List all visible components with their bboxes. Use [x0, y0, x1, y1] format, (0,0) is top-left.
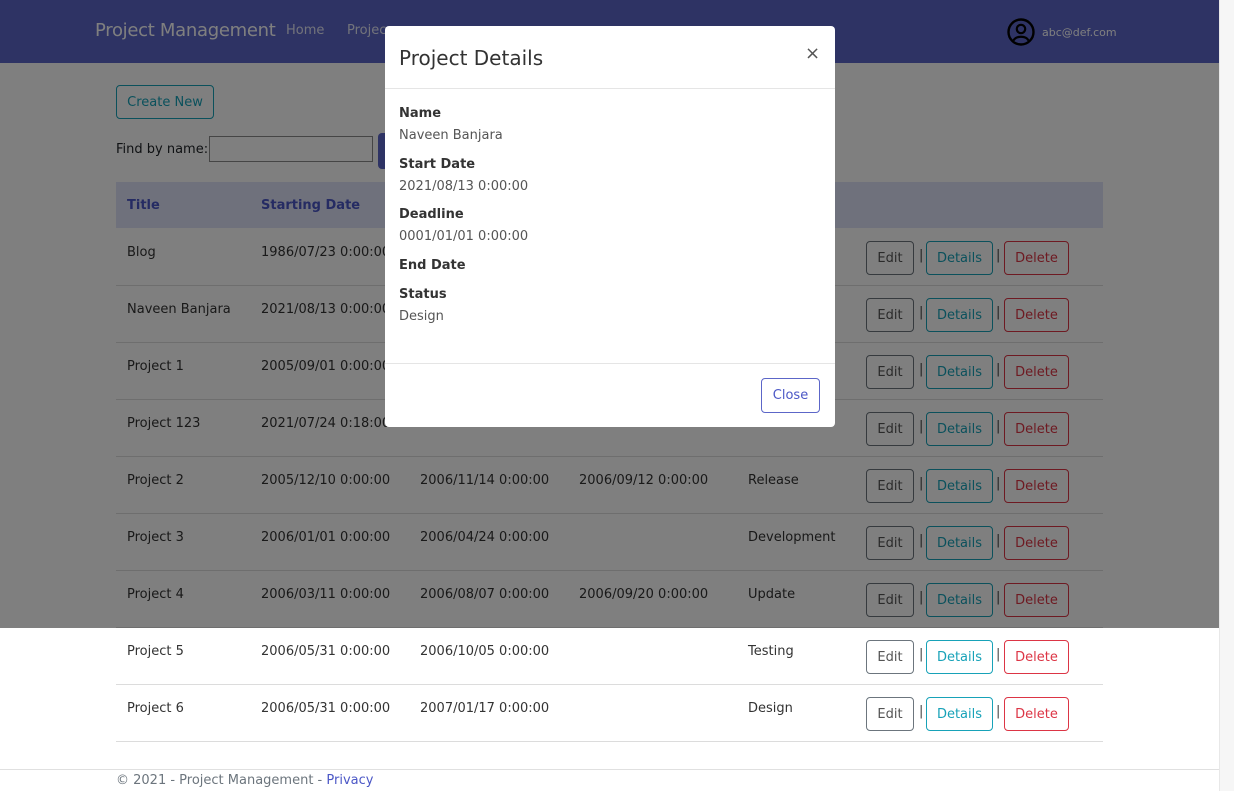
field-label-start-date: Start Date	[399, 157, 476, 172]
edit-button[interactable]: Edit	[866, 697, 914, 731]
footer-divider	[0, 769, 1219, 770]
edit-button[interactable]: Edit	[866, 640, 914, 674]
delete-button[interactable]: Delete	[1004, 640, 1069, 674]
field-label-status: Status	[399, 287, 447, 302]
footer-copyright: © 2021 - Project Management -	[116, 773, 327, 788]
cell-starting-date: 2006/05/31 0:00:00	[261, 701, 391, 716]
cell-title: Project 5	[127, 644, 184, 659]
field-value-start-date: 2021/08/13 0:00:00	[399, 179, 529, 194]
cell-deadline: 2006/10/05 0:00:00	[420, 644, 550, 659]
field-value-status: Design	[399, 309, 444, 324]
details-button[interactable]: Details	[926, 697, 993, 731]
modal-footer-divider	[385, 363, 835, 364]
cell-status: Testing	[748, 644, 794, 659]
footer: © 2021 - Project Management - Privacy	[116, 773, 373, 788]
action-separator: |	[919, 647, 924, 662]
action-separator: |	[996, 647, 1001, 662]
table-row: Project 5 2006/05/31 0:00:00 2006/10/05 0:…	[116, 628, 1103, 685]
field-label-name: Name	[399, 106, 442, 121]
cell-starting-date: 2006/05/31 0:00:00	[261, 644, 391, 659]
close-icon[interactable]: ×	[805, 43, 820, 64]
vertical-scrollbar[interactable]	[1219, 0, 1234, 791]
cell-title: Project 6	[127, 701, 184, 716]
action-separator: |	[996, 704, 1001, 719]
details-button[interactable]: Details	[926, 640, 993, 674]
modal-title: Project Details	[399, 46, 544, 70]
table-row: Project 6 2006/05/31 0:00:00 2007/01/17 0:…	[116, 685, 1103, 742]
action-separator: |	[919, 704, 924, 719]
field-value-name: Naveen Banjara	[399, 128, 503, 143]
field-label-deadline: Deadline	[399, 207, 464, 222]
field-label-end-date: End Date	[399, 258, 466, 273]
close-button[interactable]: Close	[761, 378, 820, 413]
project-details-modal: Project Details × Name Naveen Banjara St…	[385, 26, 835, 427]
delete-button[interactable]: Delete	[1004, 697, 1069, 731]
modal-header-divider	[385, 88, 835, 89]
field-value-deadline: 0001/01/01 0:00:00	[399, 229, 529, 244]
privacy-link[interactable]: Privacy	[326, 773, 373, 788]
cell-deadline: 2007/01/17 0:00:00	[420, 701, 550, 716]
cell-status: Design	[748, 701, 793, 716]
